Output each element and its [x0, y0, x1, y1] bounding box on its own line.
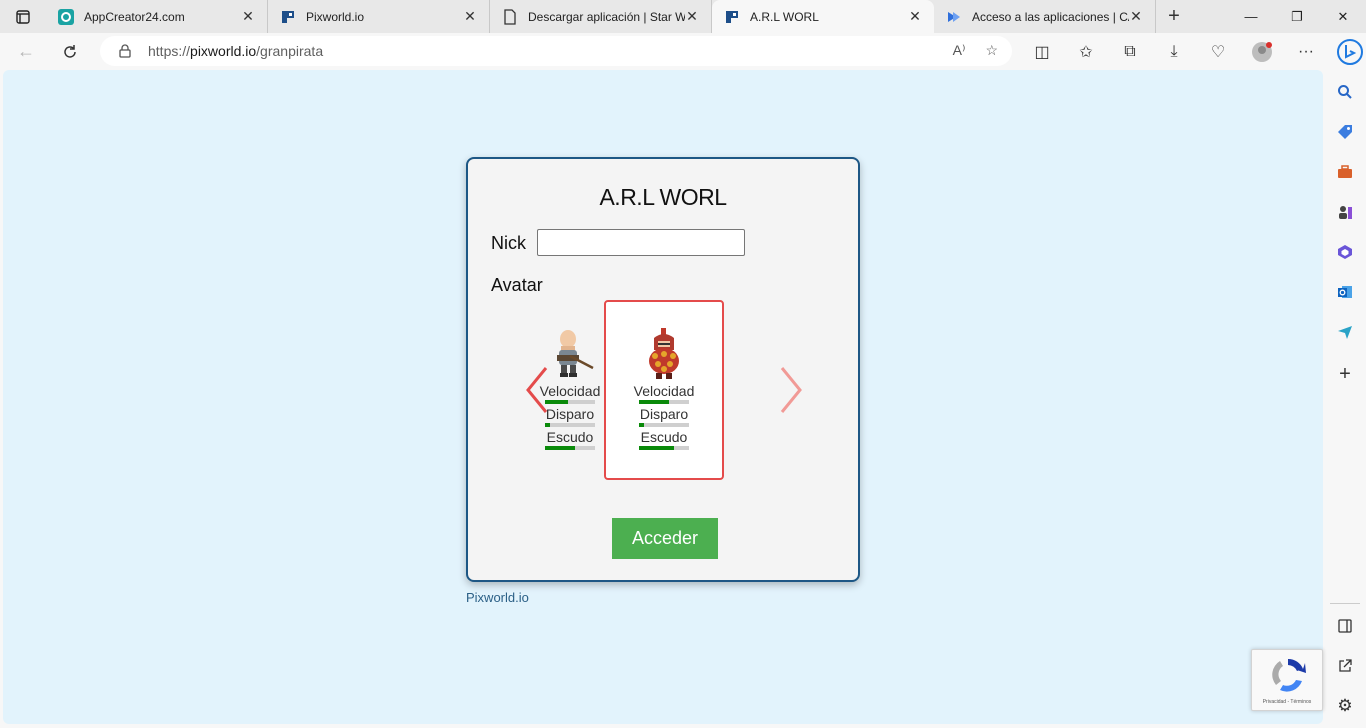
- tab-actions-icon: [16, 9, 30, 24]
- sidebar-layout-icon[interactable]: [1333, 614, 1357, 638]
- stat-bar-escudo: [545, 446, 595, 450]
- tab-title: Descargar aplicación | Star W: [528, 9, 685, 24]
- recaptcha-text: Privacidad - Términos: [1262, 699, 1312, 705]
- new-tab-button[interactable]: +: [1156, 0, 1192, 33]
- carousel-prev-arrow-icon[interactable]: [524, 364, 554, 416]
- refresh-button[interactable]: [52, 37, 88, 67]
- tab-title: Acceso a las aplicaciones | CA: [972, 9, 1129, 24]
- tab-appcreator[interactable]: AppCreator24.com ✕: [46, 0, 268, 33]
- outlook-icon[interactable]: [1333, 280, 1357, 304]
- stat-bar-escudo: [639, 446, 689, 450]
- restore-icon[interactable]: ❐: [1274, 0, 1320, 33]
- tab-arl-worl[interactable]: A.R.L WORL ✕: [712, 0, 934, 33]
- login-card: A.R.L WORL Nick Avatar Velocidad Disparo…: [466, 157, 860, 582]
- settings-gear-icon[interactable]: ⚙: [1333, 694, 1357, 718]
- tab-descargar[interactable]: Descargar aplicación | Star W ✕: [490, 0, 712, 33]
- shopping-tag-icon[interactable]: [1333, 120, 1357, 144]
- tab-close-icon[interactable]: ✕: [1129, 8, 1143, 25]
- browser-essentials-icon[interactable]: ♡: [1196, 42, 1240, 62]
- stat-label: Disparo: [639, 406, 689, 422]
- stat-bar-disparo: [545, 423, 595, 427]
- read-aloud-icon[interactable]: A⁾: [953, 42, 966, 59]
- tab-strip: AppCreator24.com ✕ Pixworld.io ✕ Descarg…: [0, 0, 1366, 33]
- lock-icon: [119, 44, 131, 58]
- tab-close-icon[interactable]: ✕: [241, 8, 255, 25]
- appcreator-favicon-icon: [58, 8, 74, 25]
- url-host: pixworld.io: [190, 43, 257, 59]
- red-knight-sprite-icon: [649, 328, 679, 379]
- nick-input[interactable]: [537, 229, 745, 256]
- microsoft-365-icon[interactable]: [1333, 240, 1357, 264]
- add-sidebar-app-icon[interactable]: +: [1333, 362, 1357, 386]
- avatar-option-red-knight[interactable]: Velocidad Disparo Escudo: [604, 300, 724, 480]
- favorites-icon[interactable]: ✩: [1064, 42, 1108, 62]
- url-prefix: https://: [148, 43, 191, 59]
- games-icon[interactable]: [1333, 200, 1357, 224]
- tab-pixworld[interactable]: Pixworld.io ✕: [268, 0, 490, 33]
- tab-title: A.R.L WORL: [750, 9, 819, 24]
- tab-actions-button[interactable]: [0, 0, 46, 33]
- collections-icon[interactable]: ⧉: [1108, 43, 1152, 61]
- tab-title: Pixworld.io: [306, 9, 365, 24]
- search-icon[interactable]: [1333, 80, 1357, 104]
- url-path: /granpirata: [256, 43, 324, 59]
- edge-sidebar: + ⚙: [1324, 70, 1366, 728]
- sidebar-divider: [1330, 603, 1360, 604]
- tools-briefcase-icon[interactable]: [1333, 160, 1357, 184]
- recaptcha-logo-icon: [1272, 658, 1306, 692]
- address-bar[interactable]: https://pixworld.io/granpirata A⁾ ☆: [100, 36, 1012, 66]
- downloads-icon[interactable]: ⤓: [1152, 43, 1196, 61]
- split-screen-icon[interactable]: ◫: [1020, 42, 1064, 62]
- stat-label: Escudo: [640, 429, 688, 445]
- tab-close-icon[interactable]: ✕: [908, 8, 922, 25]
- minimize-icon[interactable]: —: [1228, 0, 1274, 33]
- tab-close-icon[interactable]: ✕: [463, 8, 477, 25]
- back-button[interactable]: ←: [8, 37, 44, 67]
- stat-label: Velocidad: [633, 383, 695, 399]
- document-icon: [502, 8, 518, 25]
- stat-bar-velocidad: [639, 400, 689, 404]
- tab-close-icon[interactable]: ✕: [685, 8, 699, 25]
- carousel-next-arrow-icon[interactable]: [778, 364, 808, 416]
- stat-bar-disparo: [639, 423, 689, 427]
- page-title: A.R.L WORL: [599, 184, 727, 210]
- copilot-icon[interactable]: [1328, 39, 1366, 65]
- external-link-icon[interactable]: [1333, 654, 1357, 678]
- profile-avatar[interactable]: [1240, 41, 1284, 63]
- favorite-star-icon[interactable]: ☆: [985, 42, 998, 59]
- pixworld-favicon-icon: [280, 9, 296, 25]
- pixworld-favicon-icon: [724, 9, 740, 25]
- refresh-icon: [64, 44, 76, 58]
- pixworld-footer-link[interactable]: Pixworld.io: [466, 590, 529, 605]
- window-controls: — ❐ ✕: [1228, 0, 1366, 33]
- power-automate-icon: [946, 9, 962, 25]
- more-options-icon[interactable]: ···: [1284, 43, 1328, 61]
- toolbar-icons: ◫ ✩ ⧉ ⤓ ♡ ···: [1020, 37, 1366, 67]
- nick-label: Nick: [491, 233, 526, 253]
- acceder-button[interactable]: Acceder: [612, 518, 718, 559]
- avatar-label: Avatar: [491, 275, 543, 295]
- tab-title: AppCreator24.com: [84, 9, 185, 24]
- browser-toolbar: ← https://pixworld.io/granpirata A⁾ ☆ ◫ …: [0, 33, 1366, 70]
- tab-acceso[interactable]: Acceso a las aplicaciones | CA ✕: [934, 0, 1156, 33]
- drop-send-icon[interactable]: [1333, 320, 1357, 344]
- window-close-icon[interactable]: ✕: [1320, 0, 1366, 33]
- recaptcha-badge[interactable]: Privacidad - Términos: [1251, 649, 1323, 711]
- page-viewport: A.R.L WORL Nick Avatar Velocidad Disparo…: [3, 70, 1323, 724]
